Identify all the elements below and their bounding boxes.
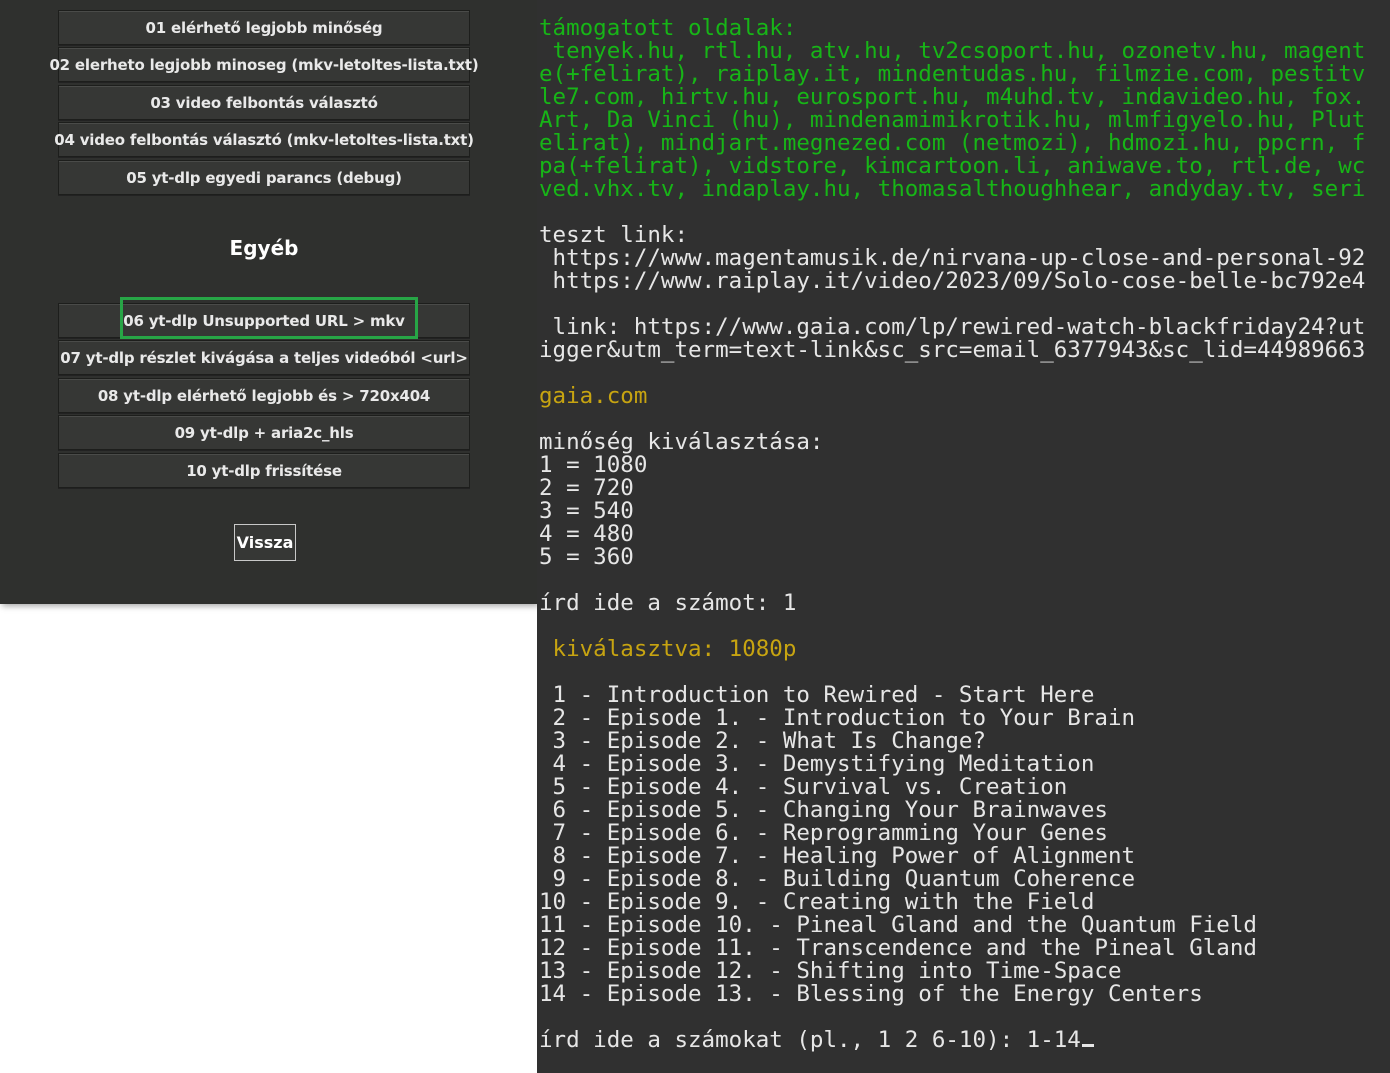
link-line: link: https://www.gaia.com/lp/rewired-wa… xyxy=(539,314,1366,340)
menu-item-06[interactable]: 06 yt-dlp Unsupported URL > mkv xyxy=(58,303,470,338)
test-link-header: teszt link: xyxy=(539,222,689,248)
menu-item-10[interactable]: 10 yt-dlp frissítése xyxy=(58,453,470,488)
quality-option: 4 = 480 xyxy=(539,521,634,547)
menu-panel: 01 elérhető legjobb minőség 02 elerheto … xyxy=(0,0,537,604)
supported-sites-line: pa(+felirat), vidstore, kimcartoon.li, a… xyxy=(539,153,1366,179)
site-name: gaia.com xyxy=(539,383,648,409)
test-link-line: https://www.magentamusik.de/nirvana-up-c… xyxy=(539,245,1366,271)
menu-item-03[interactable]: 03 video felbontás választó xyxy=(58,85,470,120)
episode-line: 6 - Episode 5. - Changing Your Brainwave… xyxy=(539,797,1108,823)
episode-line: 5 - Episode 4. - Survival vs. Creation xyxy=(539,774,1068,800)
episode-line: 14 - Episode 13. - Blessing of the Energ… xyxy=(539,981,1203,1007)
episode-line: 2 - Episode 1. - Introduction to Your Br… xyxy=(539,705,1136,731)
episode-line: 4 - Episode 3. - Demystifying Meditation xyxy=(539,751,1095,777)
text-cursor xyxy=(1081,1044,1094,1047)
episode-line: 10 - Episode 9. - Creating with the Fiel… xyxy=(539,889,1095,915)
supported-sites-header: támogatott oldalak: xyxy=(539,15,797,41)
section-title-other: Egyéb xyxy=(229,236,299,260)
selected-quality: kiválasztva: 1080p xyxy=(539,636,797,662)
number-prompt: írd ide a számot: 1 xyxy=(539,590,797,616)
back-button[interactable]: Vissza xyxy=(234,524,296,561)
episode-line: 3 - Episode 2. - What Is Change? xyxy=(539,728,987,754)
menu-item-01[interactable]: 01 elérhető legjobb minőség xyxy=(58,10,470,45)
quality-prompt: minőség kiválasztása: xyxy=(539,429,824,455)
menu-item-09[interactable]: 09 yt-dlp + aria2c_hls xyxy=(58,415,470,450)
menu-item-05[interactable]: 05 yt-dlp egyedi parancs (debug) xyxy=(58,160,470,195)
episode-line: 8 - Episode 7. - Healing Power of Alignm… xyxy=(539,843,1136,869)
supported-sites-line: elirat), mindjart.megnezed.com (netmozi)… xyxy=(539,130,1366,156)
supported-sites-line: le7.com, hirtv.hu, eurosport.hu, m4uhd.t… xyxy=(539,84,1366,110)
supported-sites-line: tenyek.hu, rtl.hu, atv.hu, tv2csoport.hu… xyxy=(539,38,1366,64)
supported-sites-line: ved.vhx.tv, indaplay.hu, thomasalthoughh… xyxy=(539,176,1366,202)
link-line: igger&utm_term=text-link&sc_src=email_63… xyxy=(539,337,1366,363)
episode-line: 12 - Episode 11. - Transcendence and the… xyxy=(539,935,1257,961)
menu-item-08[interactable]: 08 yt-dlp elérhető legjobb és > 720x404 xyxy=(58,378,470,413)
episode-line: 11 - Episode 10. - Pineal Gland and the … xyxy=(539,912,1257,938)
menu-item-04[interactable]: 04 video felbontás választó (mkv-letolte… xyxy=(54,122,474,157)
terminal-window[interactable]: támogatott oldalak: tenyek.hu, rtl.hu, a… xyxy=(537,0,1390,1073)
quality-option: 5 = 360 xyxy=(539,544,634,570)
supported-sites-line: Art, Da Vinci (hu), mindenamimikrotik.hu… xyxy=(539,107,1366,133)
episode-line: 1 - Introduction to Rewired - Start Here xyxy=(539,682,1095,708)
quality-option: 1 = 1080 xyxy=(539,452,648,478)
supported-sites-line: e(+felirat), raiplay.it, mindentudas.hu,… xyxy=(539,61,1366,87)
quality-option: 2 = 720 xyxy=(539,475,634,501)
numbers-prompt: írd ide a számokat (pl., 1 2 6-10): 1-14 xyxy=(539,1027,1081,1053)
test-link-line: https://www.raiplay.it/video/2023/09/Sol… xyxy=(539,268,1366,294)
episode-line: 13 - Episode 12. - Shifting into Time-Sp… xyxy=(539,958,1122,984)
menu-item-02[interactable]: 02 elerheto legjobb minoseg (mkv-letolte… xyxy=(49,47,479,82)
episode-line: 9 - Episode 8. - Building Quantum Cohere… xyxy=(539,866,1136,892)
menu-item-07[interactable]: 07 yt-dlp részlet kivágása a teljes vide… xyxy=(58,340,470,375)
quality-option: 3 = 540 xyxy=(539,498,634,524)
episode-line: 7 - Episode 6. - Reprogramming Your Gene… xyxy=(539,820,1108,846)
numbers-prompt-line[interactable]: írd ide a számokat (pl., 1 2 6-10): 1-14 xyxy=(539,1029,1094,1052)
